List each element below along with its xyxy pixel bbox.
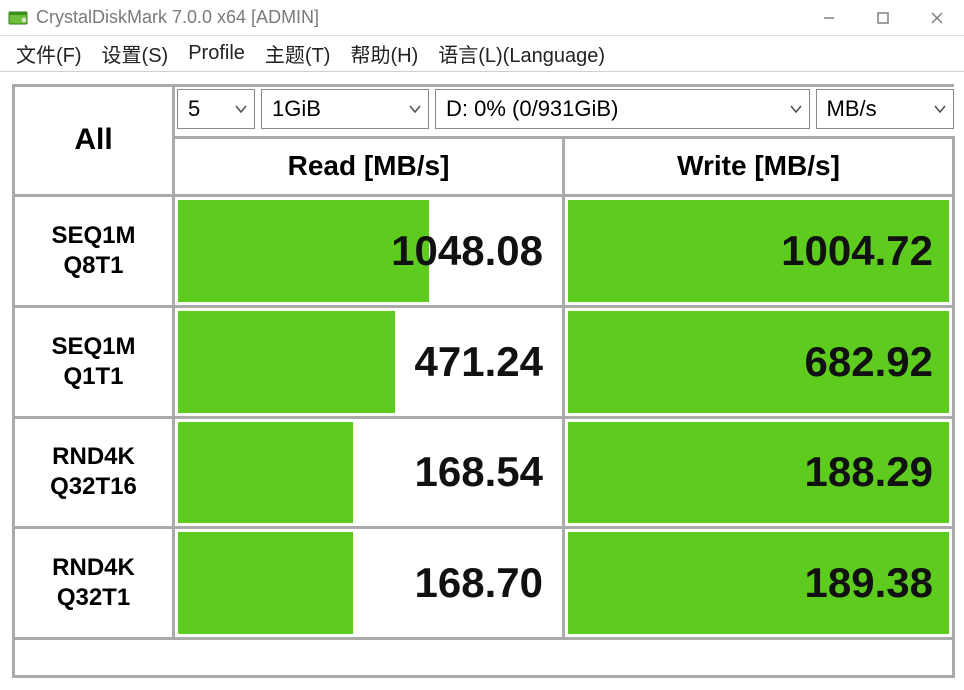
test-button-rnd4k-q32t16[interactable]: RND4K Q32T16 [14,417,174,528]
write-value: 188.29 [568,422,949,524]
size-value: 1GiB [272,96,321,122]
menu-theme[interactable]: 主题(T) [255,35,341,72]
close-button[interactable] [910,0,964,35]
read-value: 1048.08 [178,200,559,302]
drive-value: D: 0% (0/931GiB) [446,96,618,122]
read-cell: 471.24 [174,306,564,417]
menu-file[interactable]: 文件(F) [6,35,92,72]
read-value: 471.24 [178,311,559,413]
window-title: CrystalDiskMark 7.0.0 x64 [ADMIN] [36,7,802,28]
read-value: 168.70 [178,532,559,634]
chevron-down-icon [234,96,248,122]
read-cell: 168.70 [174,528,564,639]
menu-profile[interactable]: Profile [178,38,255,69]
all-label: All [74,123,112,156]
row-label-2: Q8T1 [15,251,172,281]
size-select[interactable]: 1GiB [261,89,429,129]
write-value: 682.92 [568,311,949,413]
maximize-button[interactable] [856,0,910,35]
read-value: 168.54 [178,422,559,524]
menu-language[interactable]: 语言(L)(Language) [428,35,615,72]
benchmark-grid: All 5 1GiB D: 0% (0/931GiB) [0,72,964,690]
titlebar: CrystalDiskMark 7.0.0 x64 [ADMIN] [0,0,964,36]
unit-value: MB/s [827,96,877,122]
write-cell: 682.92 [564,306,954,417]
read-cell: 168.54 [174,417,564,528]
row-label-1: RND4K [15,442,172,472]
write-header: Write [MB/s] [564,138,954,196]
write-cell: 1004.72 [564,195,954,306]
menu-settings[interactable]: 设置(S) [92,35,179,72]
chevron-down-icon [789,96,803,122]
runs-value: 5 [188,96,200,122]
row-label-2: Q32T1 [15,583,172,613]
chevron-down-icon [408,96,422,122]
read-cell: 1048.08 [174,195,564,306]
write-cell: 189.38 [564,528,954,639]
minimize-button[interactable] [802,0,856,35]
test-button-rnd4k-q32t1[interactable]: RND4K Q32T1 [14,528,174,639]
app-icon [8,8,28,28]
row-label-1: RND4K [15,553,172,583]
chevron-down-icon [933,96,947,122]
test-button-seq1m-q1t1[interactable]: SEQ1M Q1T1 [14,306,174,417]
write-value: 189.38 [568,532,949,634]
write-value: 1004.72 [568,200,949,302]
controls: 5 1GiB D: 0% (0/931GiB) MB/s [175,87,954,136]
menu-help[interactable]: 帮助(H) [340,35,428,72]
read-header: Read [MB/s] [174,138,564,196]
unit-select[interactable]: MB/s [816,89,954,129]
all-button[interactable]: All [14,86,174,196]
row-label-1: SEQ1M [15,221,172,251]
status-bar [14,639,954,677]
runs-select[interactable]: 5 [177,89,255,129]
row-label-1: SEQ1M [15,332,172,362]
write-cell: 188.29 [564,417,954,528]
row-label-2: Q32T16 [15,472,172,502]
row-label-2: Q1T1 [15,362,172,392]
drive-select[interactable]: D: 0% (0/931GiB) [435,89,810,129]
test-button-seq1m-q8t1[interactable]: SEQ1M Q8T1 [14,195,174,306]
menubar: 文件(F) 设置(S) Profile 主题(T) 帮助(H) 语言(L)(La… [0,36,964,72]
window-buttons [802,0,964,35]
